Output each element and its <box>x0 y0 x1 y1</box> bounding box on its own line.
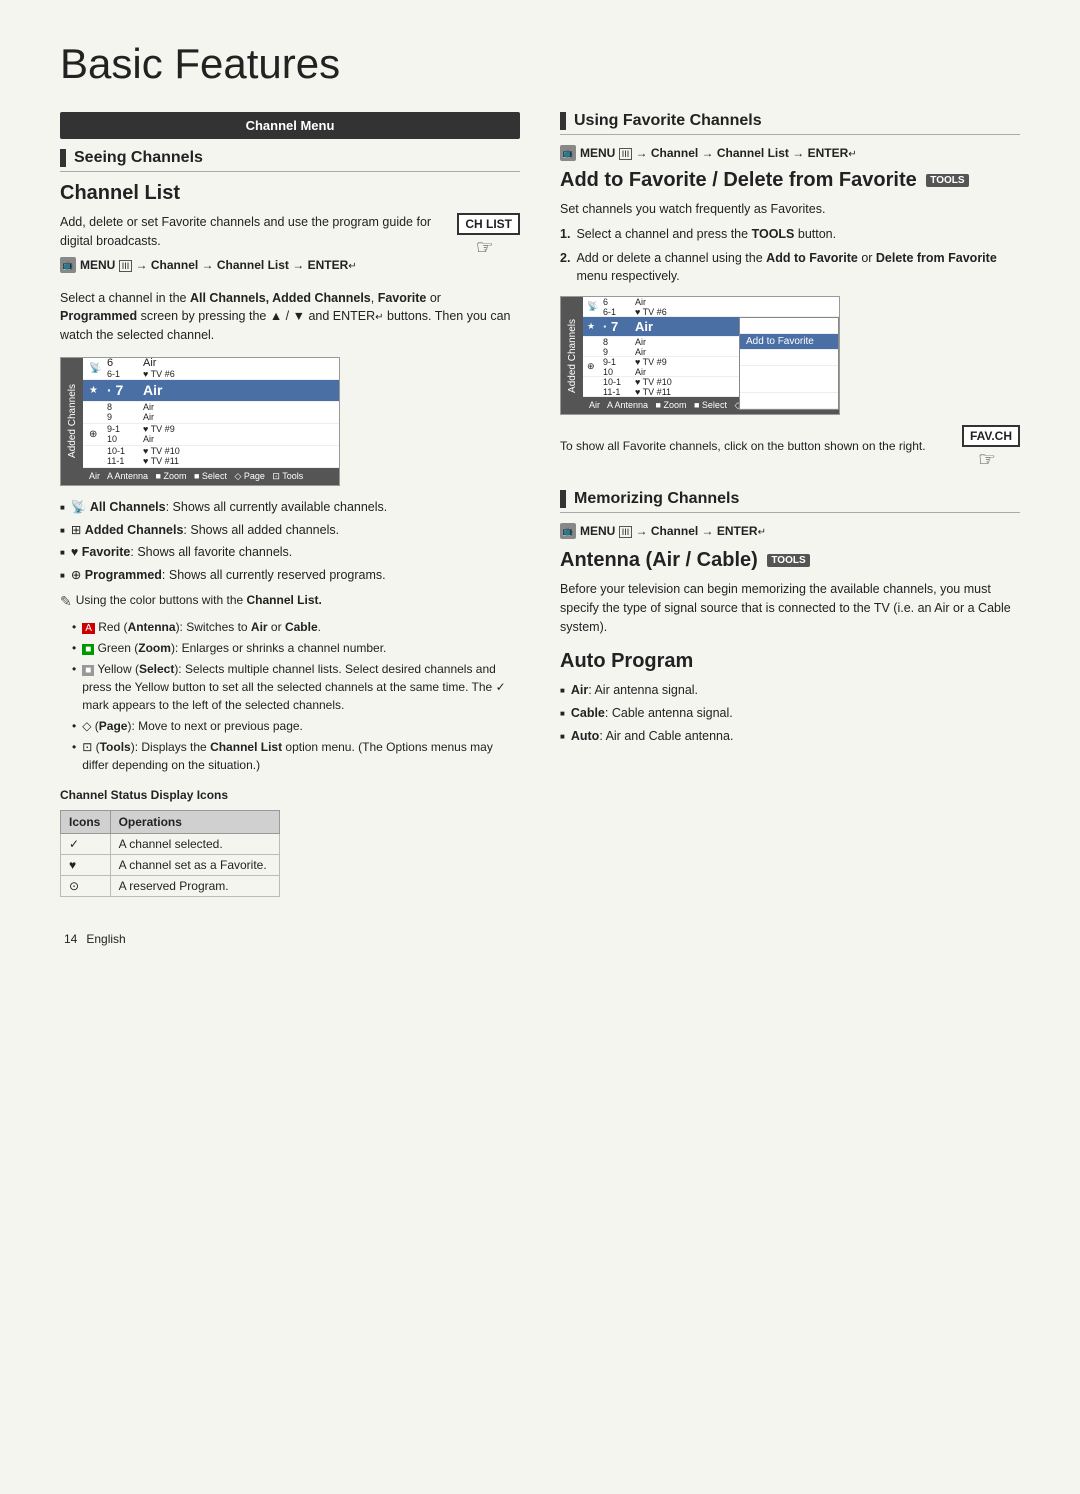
bullet-item: ⊞ Added Channels: Shows all added channe… <box>60 521 520 540</box>
screen-row: ★ · 7 Air <box>83 380 339 402</box>
fav-desc: To show all Favorite channels, click on … <box>560 437 944 455</box>
screen-row: 89 AirAir <box>83 402 339 424</box>
screen-content: 📡 66-1 Air♥ TV #6 ★ · 7 Air 89 AirAir <box>83 358 339 485</box>
hand-icon-fav: ☞ <box>978 447 996 472</box>
memorizing-title: Memorizing Channels <box>574 490 739 508</box>
fav-screen-content: 📡 66-1 Air♥ TV #6 ★ · 7 Air Delete Add t… <box>583 297 839 414</box>
screen-row: ⊕ 9-110 ♥ TV #9Air <box>83 424 339 446</box>
note-line: ✎ Using the color buttons with the Chann… <box>60 591 520 612</box>
tools-badge: TOOLS <box>926 174 968 187</box>
right-column: Using Favorite Channels 📺 MENU III → Cha… <box>560 112 1020 948</box>
fav-screen: Added Channels 📡 66-1 Air♥ TV #6 ★ · 7 A… <box>560 296 840 415</box>
context-menu-item-add-fav: Add to Favorite <box>740 334 838 350</box>
table-cell-icon: ♥ <box>61 854 111 875</box>
add-favorite-title: Add to Favorite / Delete from Favorite T… <box>560 169 1020 192</box>
table-header-operations: Operations <box>110 810 279 833</box>
sub-bullet-item: ■ Yellow (Select): Selects multiple chan… <box>72 660 520 714</box>
page-number: 14 English <box>60 927 520 948</box>
antenna-tools-badge: TOOLS <box>767 554 809 567</box>
screen-row: 10-111-1 ♥ TV #10♥ TV #11 <box>83 446 339 468</box>
icons-table: Icons Operations ✓ A channel selected. ♥… <box>60 810 280 897</box>
bullet-item: ♥ Favorite: Shows all favorite channels. <box>60 543 520 562</box>
table-cell-icon: ⊙ <box>61 875 111 896</box>
add-favorite-desc: Set channels you watch frequently as Fav… <box>560 200 1020 219</box>
auto-program-item: Cable: Cable antenna signal. <box>560 704 1020 723</box>
screen-sidebar: Added Channels <box>61 358 83 485</box>
sub-bullet-item: ◇ (Page): Move to next or previous page. <box>72 717 520 735</box>
screen-footer: Air A Antenna ■ Zoom ■ Select ◇ Page ⊡ T… <box>83 468 339 485</box>
remote-icon-mem: 📺 <box>560 523 576 539</box>
seeing-channels-header: Seeing Channels <box>60 149 520 172</box>
channel-menu-box: Channel Menu <box>60 112 520 139</box>
screen-row: 📡 66-1 Air♥ TV #6 <box>83 358 339 380</box>
table-cell-operation: A channel set as a Favorite. <box>110 854 279 875</box>
using-favorite-menu-path: 📺 MENU III → Channel → Channel List → EN… <box>560 145 1020 161</box>
sub-bullet-item: A Red (Antenna): Switches to Air or Cabl… <box>72 618 520 636</box>
sub-bullet-item: ⊡ (Tools): Displays the Channel List opt… <box>72 738 520 774</box>
antenna-desc: Before your television can begin memoriz… <box>560 580 1020 636</box>
fav-desc-row: To show all Favorite channels, click on … <box>560 425 1020 472</box>
channel-list-menu-path: 📺 MENU III → Channel → Channel List → EN… <box>60 257 439 273</box>
auto-program-title: Auto Program <box>560 650 1020 673</box>
channel-list-bullets: 📡 All Channels: Shows all currently avai… <box>60 498 520 585</box>
table-row: ✓ A channel selected. <box>61 833 280 854</box>
sub-bullet-list: A Red (Antenna): Switches to Air or Cabl… <box>72 618 520 774</box>
table-cell-operation: A channel selected. <box>110 833 279 854</box>
context-menu-item-select-all: Select All <box>740 393 838 409</box>
auto-program-list: Air: Air antenna signal. Cable: Cable an… <box>560 681 1020 745</box>
favch-badge: FAV.CH <box>962 425 1020 447</box>
fav-screen-row-selected: ★ · 7 Air Delete Add to Favorite Timer V… <box>583 317 839 337</box>
step-item: 2. Add or delete a channel using the Add… <box>560 249 1020 287</box>
chlist-badge: CH LIST <box>457 213 520 235</box>
context-menu-item-timer: Timer Viewing <box>740 350 838 366</box>
table-row: ♥ A channel set as a Favorite. <box>61 854 280 875</box>
using-favorite-title: Using Favorite Channels <box>574 112 762 130</box>
antenna-title: Antenna (Air / Cable) TOOLS <box>560 549 1020 572</box>
hand-icon: ☞ <box>476 235 494 260</box>
channel-list-screen: Added Channels 📡 66-1 Air♥ TV #6 ★ · 7 A… <box>60 357 340 486</box>
remote-icon: 📺 <box>60 257 76 273</box>
context-menu-item-name-edit: Channel Name Edit <box>740 366 838 393</box>
auto-program-item: Auto: Air and Cable antenna. <box>560 727 1020 746</box>
table-title: Channel Status Display Icons <box>60 788 520 802</box>
table-cell-operation: A reserved Program. <box>110 875 279 896</box>
section-bar <box>60 149 66 167</box>
sub-bullet-item: ■ Green (Zoom): Enlarges or shrinks a ch… <box>72 639 520 657</box>
context-menu-item-delete: Delete <box>740 318 838 334</box>
table-row: ⊙ A reserved Program. <box>61 875 280 896</box>
table-header-icons: Icons <box>61 810 111 833</box>
section-bar <box>560 112 566 130</box>
memorizing-header: Memorizing Channels <box>560 490 1020 513</box>
using-favorite-header: Using Favorite Channels <box>560 112 1020 135</box>
left-column: Channel Menu Seeing Channels Channel Lis… <box>60 112 520 948</box>
auto-program-item: Air: Air antenna signal. <box>560 681 1020 700</box>
screen-sidebar-text: Added Channels <box>67 384 78 458</box>
table-cell-icon: ✓ <box>61 833 111 854</box>
bullet-item: 📡 All Channels: Shows all currently avai… <box>60 498 520 517</box>
seeing-channels-title: Seeing Channels <box>74 149 203 167</box>
remote-icon-fav: 📺 <box>560 145 576 161</box>
add-favorite-steps: 1. Select a channel and press the TOOLS … <box>560 225 1020 286</box>
channel-list-title: Channel List <box>60 182 520 205</box>
menu-path-text: MENU III → Channel → Channel List → ENTE… <box>80 258 357 272</box>
bullet-item: ⊕ Programmed: Shows all currently reserv… <box>60 566 520 585</box>
step-item: 1. Select a channel and press the TOOLS … <box>560 225 1020 244</box>
fav-screen-row: 📡 66-1 Air♥ TV #6 <box>583 297 839 317</box>
fav-screen-sidebar: Added Channels <box>561 297 583 414</box>
memorizing-menu-path: 📺 MENU III → Channel → ENTER↵ <box>560 523 1020 539</box>
section-bar <box>560 490 566 508</box>
channel-list-desc: Add, delete or set Favorite channels and… <box>60 213 439 251</box>
channel-list-select-desc: Select a channel in the All Channels, Ad… <box>60 289 520 345</box>
page-title: Basic Features <box>60 40 1020 88</box>
context-menu: Delete Add to Favorite Timer Viewing Cha… <box>739 317 839 410</box>
